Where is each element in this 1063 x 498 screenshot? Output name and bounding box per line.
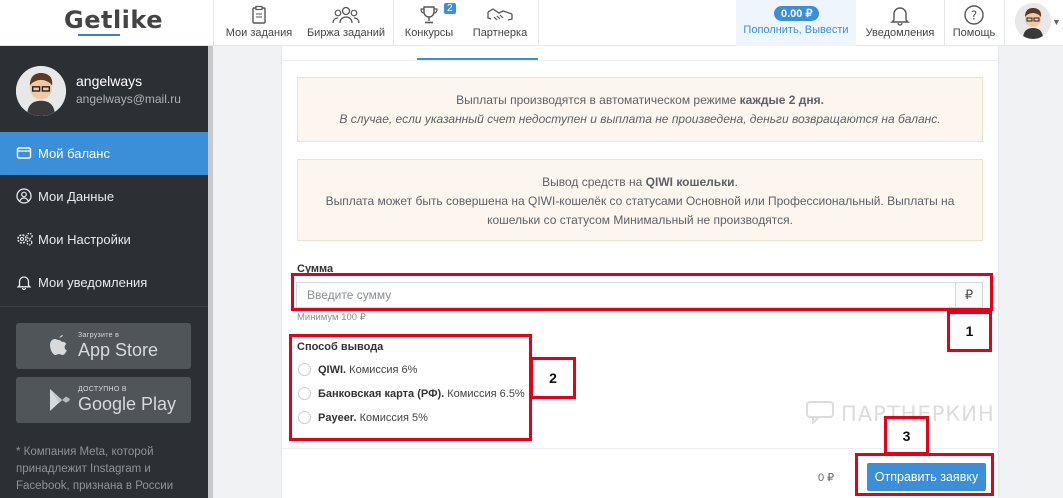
- logo-underline: [78, 34, 120, 36]
- meta-notice: * Компания Meta, которой принадлежит Ins…: [16, 446, 174, 492]
- divider: [213, 0, 214, 46]
- alert-line: Выплаты производятся в автоматическом ре…: [456, 93, 824, 107]
- annotation-number-3: 3: [884, 416, 929, 455]
- topup-withdraw-link[interactable]: Пополнить, Вывести: [736, 24, 856, 36]
- annotation-number-1: 1: [947, 311, 992, 352]
- chat-bubble-icon: [806, 401, 834, 426]
- store-name: App Store: [78, 340, 159, 360]
- balance-widget[interactable]: 0.00 ₽ Пополнить, Вывести: [736, 0, 856, 46]
- nav-label: Уведомления: [865, 27, 935, 39]
- svg-text:?: ?: [971, 9, 977, 23]
- app-store-button[interactable]: Загрузите в App Store: [16, 323, 191, 369]
- avatar-illustration: [1015, 3, 1051, 39]
- balance-amount: 0.00 ₽: [774, 6, 820, 21]
- bell-icon: [890, 7, 910, 26]
- sidebar-item-label: Мой баланс: [38, 146, 110, 161]
- google-play-button[interactable]: ДОСТУПНО В Google Play: [16, 377, 191, 423]
- annotation-box-submit: [855, 453, 994, 496]
- sidebar: angelways angelways@mail.ru Мой баланс М…: [0, 46, 208, 498]
- nav-partners[interactable]: Партнерка: [464, 0, 536, 46]
- qiwi-info-alert: Вывод средств на QIWI кошельки. Выплата …: [297, 159, 983, 241]
- trophy-icon: [420, 6, 438, 24]
- gears-icon: [17, 232, 33, 246]
- sidebar-item-my-data[interactable]: Мои Данные: [0, 175, 208, 218]
- nav-contests[interactable]: 2 Конкурсы: [396, 0, 462, 46]
- payout-schedule-alert: Выплаты производятся в автоматическом ре…: [297, 77, 983, 142]
- logo[interactable]: Getlike: [64, 6, 163, 34]
- alert-line: Вывод средств на QIWI кошельки.: [542, 175, 738, 189]
- divider: [0, 306, 208, 307]
- minimum-hint: Минимум 100 ₽: [297, 312, 366, 323]
- nav-my-tasks[interactable]: Мои задания: [218, 0, 300, 46]
- sidebar-item-label: Мои Настройки: [38, 232, 131, 247]
- avatar[interactable]: [16, 66, 66, 116]
- store-caption: Загрузите в: [78, 332, 120, 339]
- total-amount: 0 ₽: [818, 472, 835, 484]
- active-tab-indicator: [417, 58, 538, 60]
- sidebar-scrollbar[interactable]: [208, 46, 213, 498]
- user-email: angelways@mail.ru: [76, 92, 181, 106]
- annotation-box-amount: [291, 273, 993, 311]
- contests-badge: 2: [444, 3, 456, 14]
- sidebar-item-notifications[interactable]: Мои уведомления: [0, 261, 208, 304]
- sidebar-item-balance[interactable]: Мой баланс: [0, 132, 208, 175]
- people-icon: [332, 6, 360, 24]
- wallet-icon: [16, 147, 32, 159]
- nav-label: Помощь: [952, 27, 996, 39]
- help-icon: ?: [964, 5, 984, 25]
- alert-line: Выплата может быть совершена на QIWI-кош…: [325, 194, 955, 208]
- nav-label: Биржа заданий: [306, 27, 386, 39]
- google-play-icon: [50, 389, 70, 411]
- apple-icon: [50, 335, 67, 355]
- bell-icon: [16, 276, 32, 290]
- clipboard-icon: [252, 5, 266, 24]
- sidebar-item-label: Мои Данные: [38, 189, 115, 204]
- nav-notifications[interactable]: Уведомления: [862, 0, 938, 46]
- nav-label: Мои задания: [225, 27, 293, 39]
- divider: [944, 0, 945, 46]
- handshake-icon: [487, 8, 513, 21]
- store-caption: ДОСТУПНО В: [78, 386, 127, 393]
- top-navbar: Getlike Мои задания Биржа заданий 2 Конк…: [0, 0, 1063, 46]
- user-name: angelways: [76, 73, 143, 89]
- alert-line: кошельки со статусом Минимальный не прои…: [487, 213, 793, 227]
- sidebar-item-settings[interactable]: Мои Настройки: [0, 218, 208, 261]
- user-avatar[interactable]: [1015, 3, 1051, 39]
- divider: [393, 0, 394, 46]
- annotation-box-method: [289, 334, 532, 441]
- user-icon: [16, 188, 32, 204]
- chevron-down-icon[interactable]: ▼: [1052, 17, 1061, 27]
- divider: [538, 0, 539, 46]
- nav-task-exchange[interactable]: Биржа заданий: [302, 0, 390, 46]
- alert-line: В случае, если указанный счет недоступен…: [339, 112, 941, 126]
- nav-label: Конкурсы: [404, 27, 454, 39]
- nav-help[interactable]: ? Помощь: [948, 0, 1000, 46]
- annotation-number-2: 2: [530, 357, 576, 399]
- tab-separator: [282, 60, 1000, 61]
- nav-label: Партнерка: [472, 27, 528, 39]
- divider: [1004, 0, 1005, 46]
- avatar-illustration: [16, 66, 66, 116]
- sidebar-profile: angelways angelways@mail.ru: [0, 46, 208, 132]
- sidebar-item-label: Мои уведомления: [38, 275, 148, 290]
- store-name: Google Play: [78, 394, 177, 414]
